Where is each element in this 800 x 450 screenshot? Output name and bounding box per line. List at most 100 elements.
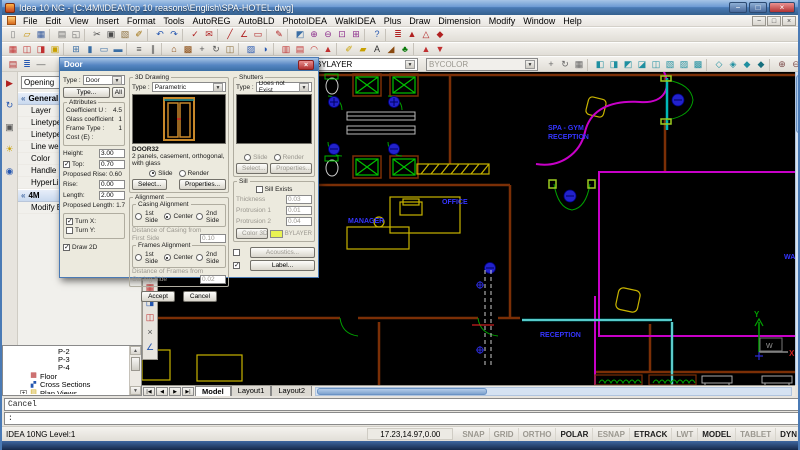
window-tool-icon[interactable]: ◫ bbox=[20, 43, 34, 56]
pen-icon[interactable]: ✐ bbox=[342, 43, 356, 56]
eave-icon[interactable]: ◢ bbox=[384, 43, 398, 56]
last-tab-button[interactable]: ▶| bbox=[182, 387, 194, 396]
palette-icon[interactable]: ◩ bbox=[293, 28, 307, 41]
redo-icon[interactable]: ↷ bbox=[167, 28, 181, 41]
label-button[interactable]: Label... bbox=[250, 260, 315, 271]
toggle-tablet[interactable]: TABLET bbox=[736, 428, 776, 441]
tree-scrollbar[interactable]: ▲ ▼ bbox=[129, 346, 141, 395]
menu-edit[interactable]: Edit bbox=[42, 15, 66, 27]
menu-tools[interactable]: Tools bbox=[159, 15, 188, 27]
chevron-down-icon[interactable]: ▼ bbox=[213, 83, 223, 92]
separator[interactable] bbox=[287, 29, 292, 41]
mdi-minimize-button[interactable]: − bbox=[752, 16, 766, 26]
accept-button[interactable]: Accept bbox=[141, 291, 175, 302]
toggle-dyn[interactable]: DYN bbox=[776, 428, 800, 441]
prev-tab-button[interactable]: ◀ bbox=[156, 387, 168, 396]
beam-tool-icon[interactable]: ▬ bbox=[111, 43, 125, 56]
arch-icon[interactable]: ◠ bbox=[307, 43, 321, 56]
casing-2nd-side-radio[interactable] bbox=[196, 213, 203, 220]
length-input[interactable] bbox=[99, 191, 125, 200]
separator[interactable] bbox=[266, 29, 271, 41]
toggle-grid[interactable]: GRID bbox=[490, 428, 519, 441]
paste-icon[interactable]: ▧ bbox=[118, 28, 132, 41]
wall-tool-icon[interactable]: ▦ bbox=[6, 43, 20, 56]
chevron-down-icon[interactable]: ▼ bbox=[525, 60, 535, 69]
turn-x-checkbox[interactable] bbox=[66, 218, 73, 225]
separator[interactable] bbox=[273, 43, 278, 55]
menu-walkidea[interactable]: WalkIDEA bbox=[331, 15, 380, 27]
railing-tool-icon[interactable]: ∥ bbox=[146, 43, 160, 56]
collapse-icon[interactable]: « bbox=[21, 94, 25, 103]
mdi-close-button[interactable]: × bbox=[782, 16, 796, 26]
separator[interactable] bbox=[126, 43, 131, 55]
print-preview-icon[interactable]: ◱ bbox=[69, 28, 83, 41]
door-tool-icon[interactable]: ◨ bbox=[34, 43, 48, 56]
camera-icon[interactable]: ◉ bbox=[3, 165, 17, 178]
view-back-icon[interactable]: ◪ bbox=[635, 58, 649, 71]
mdi-restore-button[interactable]: □ bbox=[767, 16, 781, 26]
menu-insert[interactable]: Insert bbox=[92, 15, 123, 27]
casing-1st-side-radio[interactable] bbox=[135, 213, 142, 220]
scrollbar-thumb[interactable] bbox=[317, 388, 487, 395]
shade-wireframe-icon[interactable]: ◇ bbox=[712, 58, 726, 71]
copy-icon[interactable]: ▣ bbox=[104, 28, 118, 41]
separator[interactable] bbox=[769, 59, 774, 71]
menu-dimension[interactable]: Dimension bbox=[434, 15, 485, 27]
tree-item-p4[interactable]: P-4 bbox=[4, 364, 128, 372]
menu-format[interactable]: Format bbox=[123, 15, 160, 27]
triangle-icon[interactable]: ▲ bbox=[405, 28, 419, 41]
render-radio[interactable] bbox=[179, 170, 186, 177]
format-painter-icon[interactable]: ✐ bbox=[132, 28, 146, 41]
hatch-wall-icon[interactable]: ▤ bbox=[293, 43, 307, 56]
color-combo[interactable]: BYCOLOR ▼ bbox=[426, 58, 538, 71]
menu-file[interactable]: File bbox=[19, 15, 42, 27]
tree-plant-icon[interactable]: ♣ bbox=[398, 43, 412, 56]
toggle-etrack[interactable]: ETRACK bbox=[630, 428, 672, 441]
pan-icon[interactable]: + bbox=[544, 58, 558, 71]
opening-tool-icon[interactable]: ▣ bbox=[48, 43, 62, 56]
top-checkbox[interactable] bbox=[63, 161, 70, 168]
scrollbar-thumb[interactable] bbox=[796, 75, 800, 133]
delete-icon[interactable]: × bbox=[143, 326, 157, 339]
chimney-icon[interactable]: ▲ bbox=[321, 43, 335, 56]
up-arrow-icon[interactable]: ▲ bbox=[419, 43, 433, 56]
menu-window[interactable]: Window bbox=[519, 15, 559, 27]
layers-manager-icon[interactable]: ≣ bbox=[20, 58, 34, 71]
orbit-icon[interactable]: ↻ bbox=[558, 58, 572, 71]
menu-plus[interactable]: Plus bbox=[380, 15, 406, 27]
tab-model[interactable]: Model bbox=[195, 386, 231, 396]
insert-window-icon[interactable]: ◫ bbox=[143, 311, 157, 324]
frames-1st-side-radio[interactable] bbox=[135, 254, 142, 261]
image-icon[interactable]: ▨ bbox=[244, 43, 258, 56]
zoom-extents-icon[interactable]: ⊞ bbox=[349, 28, 363, 41]
slide-radio[interactable] bbox=[149, 170, 156, 177]
next-tab-button[interactable]: ▶ bbox=[169, 387, 181, 396]
menu-modify[interactable]: Modify bbox=[485, 15, 520, 27]
menu-autobld[interactable]: AutoBLD bbox=[234, 15, 278, 27]
separator[interactable] bbox=[161, 43, 166, 55]
new-icon[interactable]: ▯ bbox=[6, 28, 20, 41]
separator[interactable] bbox=[587, 59, 592, 71]
minimize-button[interactable]: − bbox=[729, 2, 747, 13]
top-input[interactable] bbox=[99, 160, 125, 169]
text-icon[interactable]: A bbox=[370, 43, 384, 56]
grid-tool-icon[interactable]: ⊞ bbox=[69, 43, 83, 56]
cut-icon[interactable]: ✂ bbox=[90, 28, 104, 41]
roof-tool-icon[interactable]: ⌂ bbox=[167, 43, 181, 56]
expander-icon[interactable] bbox=[20, 373, 27, 380]
chevron-down-icon[interactable]: ▼ bbox=[405, 60, 415, 69]
toggle-ortho[interactable]: ORTHO bbox=[519, 428, 557, 441]
frames-center-radio[interactable] bbox=[164, 254, 171, 261]
spellcheck-icon[interactable]: ✓ bbox=[188, 28, 202, 41]
rotate-entity-icon[interactable]: ↻ bbox=[209, 43, 223, 56]
shade-smooth-icon[interactable]: ◆ bbox=[754, 58, 768, 71]
slab-tool-icon[interactable]: ▭ bbox=[97, 43, 111, 56]
sill-exists-checkbox[interactable] bbox=[256, 186, 263, 193]
undo-icon[interactable]: ↶ bbox=[153, 28, 167, 41]
properties-icon[interactable]: ▤ bbox=[6, 58, 20, 71]
expander-icon[interactable] bbox=[20, 381, 27, 388]
toggle-esnap[interactable]: ESNAP bbox=[593, 428, 630, 441]
shutters-type-combo[interactable]: Does not Exist ▼ bbox=[256, 82, 312, 92]
vertical-scrollbar[interactable] bbox=[795, 72, 800, 385]
all-button[interactable]: All bbox=[112, 87, 125, 98]
